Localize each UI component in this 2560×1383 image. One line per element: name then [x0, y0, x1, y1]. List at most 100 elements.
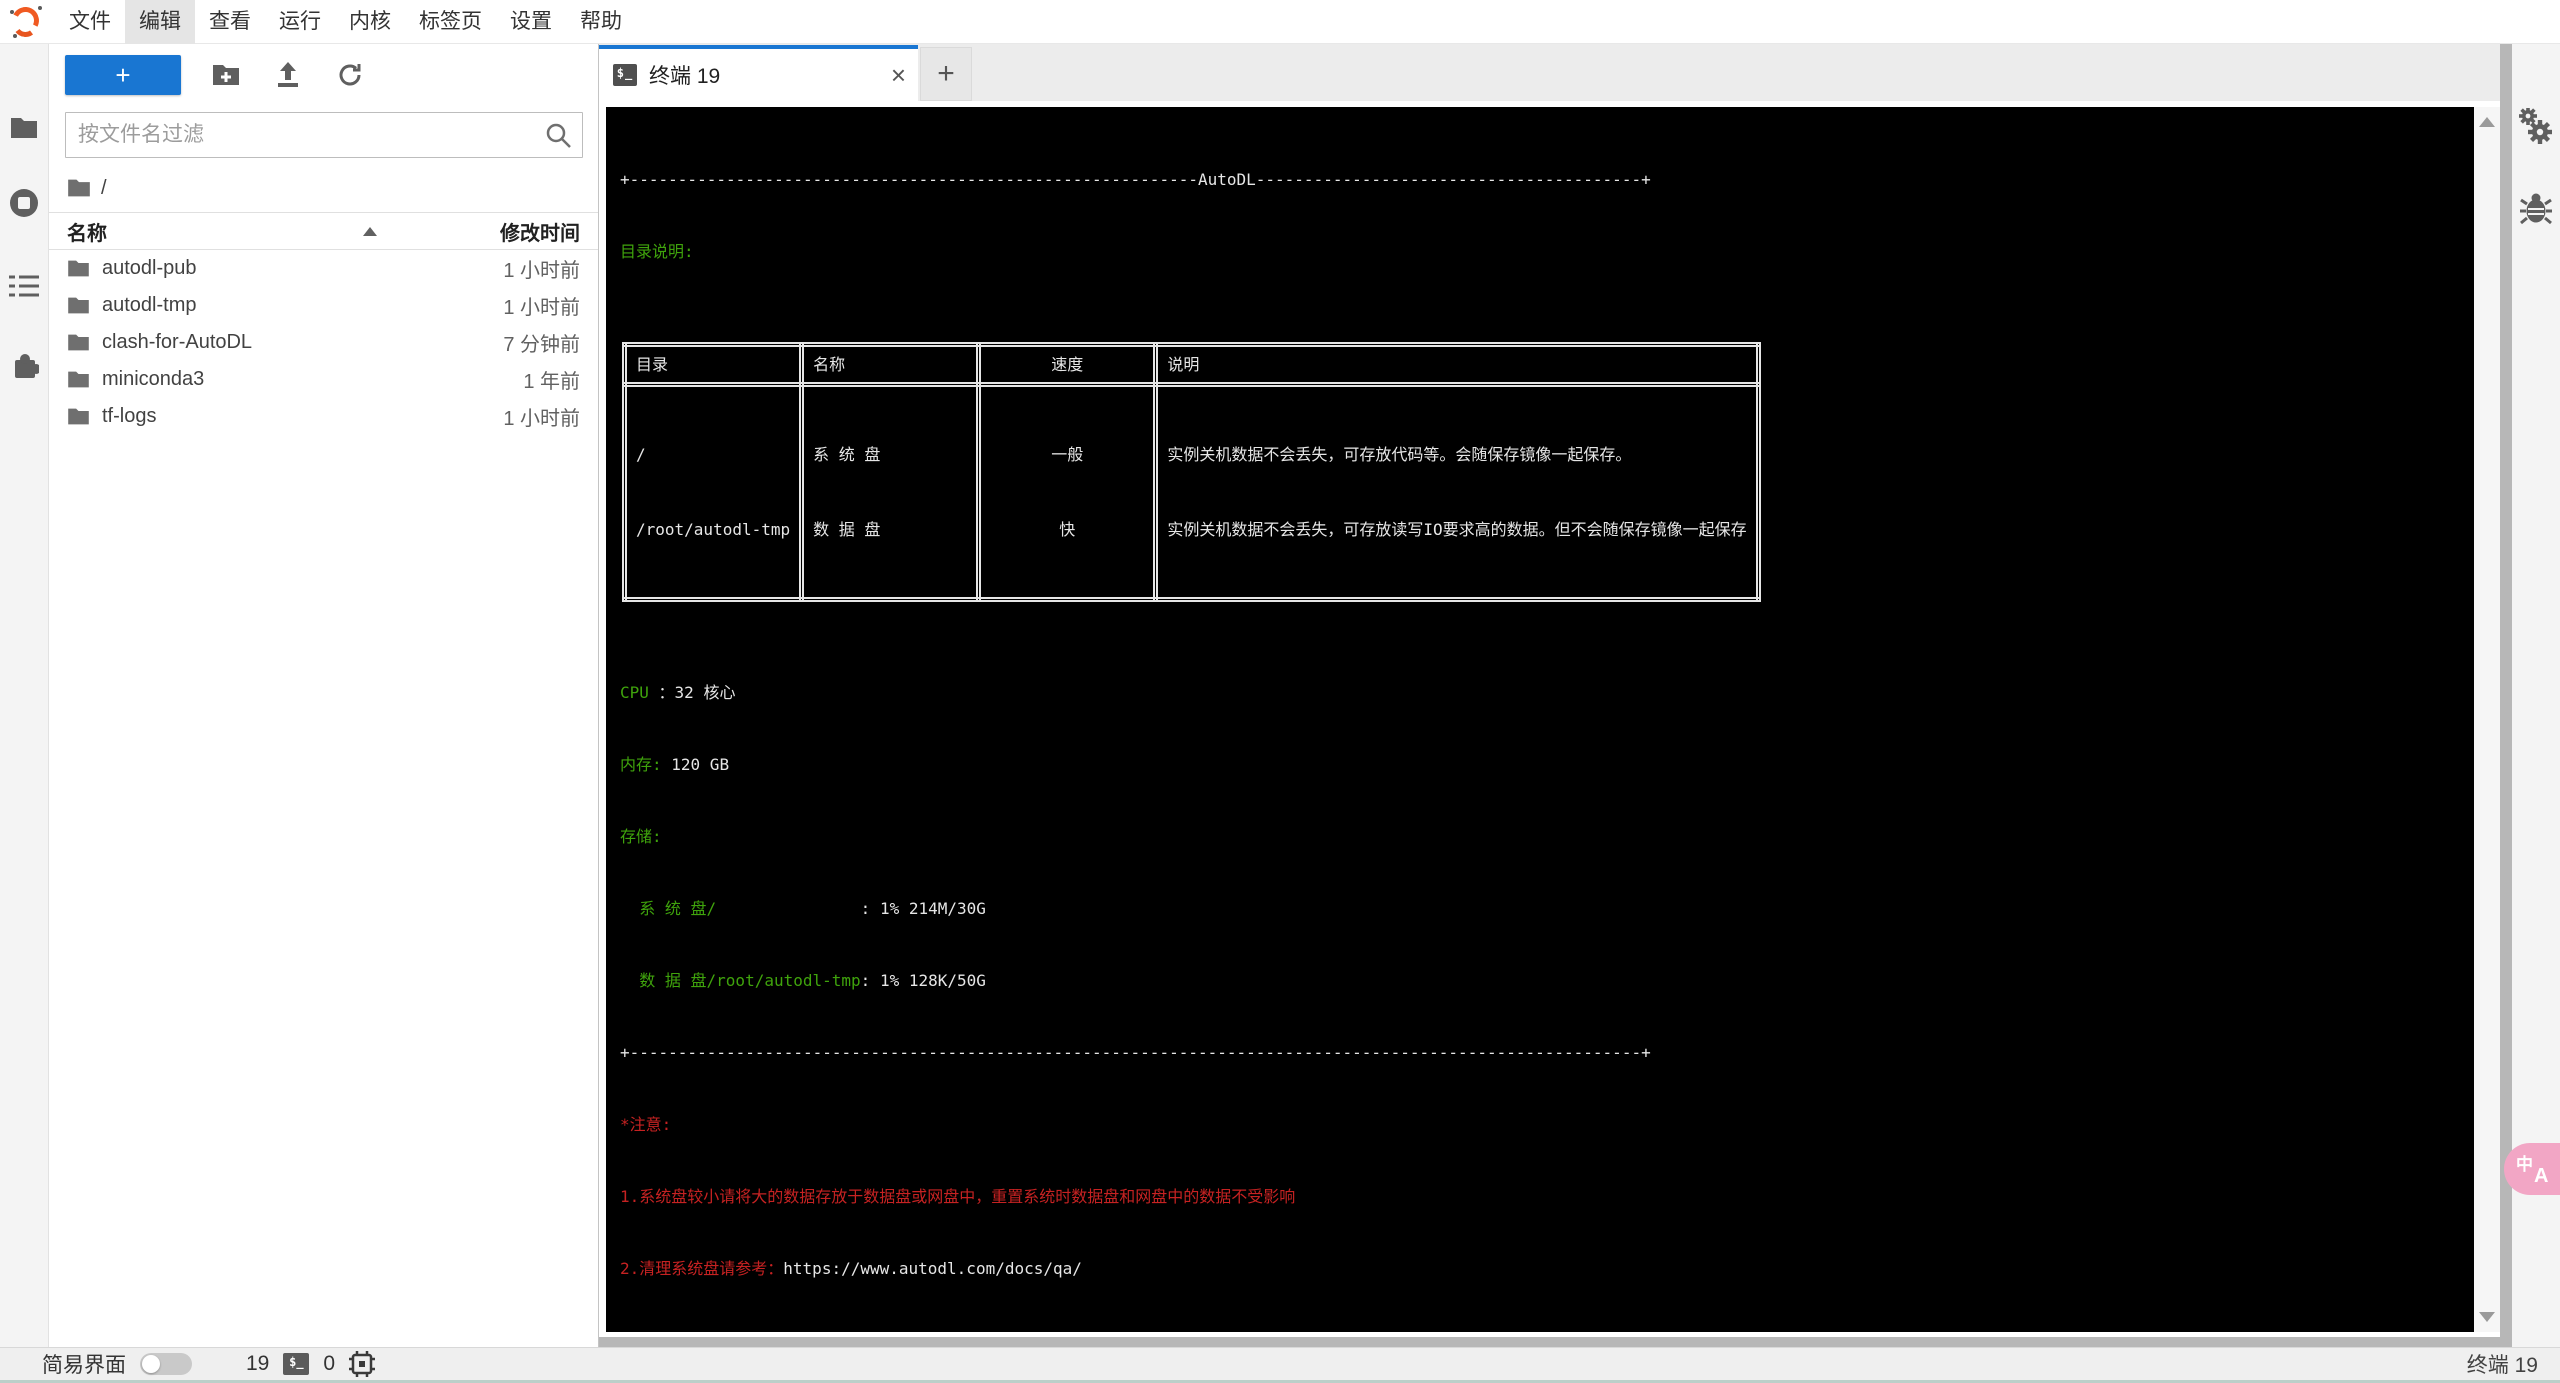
file-browser-toolbar: +: [49, 44, 598, 106]
table-body-row: / /root/autodl-tmp 系 统 盘 数 据 盘 一般 快 实例关机…: [621, 382, 1761, 602]
terminal-sys-disk-line: 系 统 盘/ : 1% 214M/30G: [620, 899, 986, 918]
file-row-autodl-tmp[interactable]: autodl-tmp 1 小时前: [49, 287, 598, 324]
running-sessions-status[interactable]: 19 $_ 0: [246, 1351, 376, 1377]
th-dir: 目录: [621, 342, 805, 387]
td-speed: 一般 快: [976, 382, 1159, 602]
running-kernels-icon[interactable]: [9, 188, 39, 218]
terminal-notice-title: *注意:: [620, 1115, 672, 1134]
menu-run[interactable]: 运行: [265, 0, 335, 44]
file-name: autodl-pub: [102, 257, 197, 279]
translate-button[interactable]: 中 A: [2504, 1143, 2560, 1195]
extension-manager-icon[interactable]: [9, 350, 39, 380]
terminal-mem-line: 内存: 120 GB: [620, 755, 730, 774]
terminal-panel: +---------------------------------------…: [599, 44, 2512, 1347]
file-name: tf-logs: [102, 405, 157, 427]
debugger-bug-icon[interactable]: [2520, 192, 2552, 226]
file-browser-icon[interactable]: [10, 116, 38, 140]
terminal-directory-table: 目录 名称 速度 说明 / /root/autodl-tmp 系 统 盘 数 据…: [621, 342, 1761, 602]
th-name: 名称: [799, 342, 982, 387]
terminal-separator: +---------------------------------------…: [620, 1043, 1651, 1062]
new-launcher-button[interactable]: +: [65, 55, 181, 95]
menu-bar: 文件 编辑 查看 运行 内核 标签页 设置 帮助: [0, 0, 2560, 44]
panel-edge-bottom: [599, 1337, 2512, 1347]
menu-kernel[interactable]: 内核: [335, 0, 405, 44]
upload-button[interactable]: [257, 55, 319, 95]
docs-url-link[interactable]: https://www.autodl.com/docs/qa/: [783, 1259, 1082, 1278]
terminal-storage-label: 存储:: [620, 827, 662, 846]
tab-bar: $_ 终端 19 × +: [599, 44, 2512, 101]
terminal-dir-note: 目录说明:: [620, 242, 694, 261]
table-header-row: 目录 名称 速度 说明: [621, 342, 1761, 387]
terminal-icon: $_: [613, 64, 637, 86]
file-list-header: 名称 修改时间: [49, 212, 598, 250]
file-browser-panel: + 按文件名过滤 / 名称 修改时间 autodl-pub 1 小时前 auto…: [49, 44, 599, 1347]
folder-icon: [68, 371, 89, 388]
terminal-cpu-line: CPU ：32 核心: [620, 683, 736, 702]
terminal-output[interactable]: +---------------------------------------…: [606, 107, 2474, 1332]
search-icon: [544, 121, 572, 149]
filename-filter: [65, 112, 583, 158]
file-modified: 1 年前: [523, 371, 580, 393]
menu-edit[interactable]: 编辑: [125, 0, 195, 44]
file-modified: 1 小时前: [503, 260, 580, 282]
kernel-chip-icon: [349, 1351, 376, 1377]
terminal-notice-line2: 2.清理系统盘请参考：https://www.autodl.com/docs/q…: [620, 1259, 1082, 1278]
folder-icon: [68, 260, 89, 277]
td-desc: 实例关机数据不会丢失，可存放代码等。会随保存镜像一起保存。 实例关机数据不会丢失…: [1153, 382, 1761, 602]
main-area: + 按文件名过滤 / 名称 修改时间 autodl-pub 1 小时前 auto…: [0, 44, 2560, 1347]
menu-file[interactable]: 文件: [55, 0, 125, 44]
file-modified: 1 小时前: [503, 408, 580, 430]
terminal-count: 19: [246, 1352, 270, 1375]
column-name[interactable]: 名称: [67, 217, 107, 246]
terminal-banner: +---------------------------------------…: [620, 170, 1651, 189]
close-tab-icon[interactable]: ×: [891, 62, 906, 88]
simple-ui-toggle[interactable]: [140, 1353, 192, 1375]
filename-filter-input[interactable]: [65, 112, 583, 158]
td-name: 系 统 盘 数 据 盘: [799, 382, 982, 602]
menu-settings[interactable]: 设置: [496, 0, 566, 44]
file-modified: 1 小时前: [503, 297, 580, 319]
tab-label: 终端 19: [649, 65, 721, 88]
th-speed: 速度: [976, 342, 1159, 387]
folder-icon: [68, 408, 89, 425]
refresh-button[interactable]: [319, 55, 381, 95]
menu-tabs[interactable]: 标签页: [405, 0, 496, 44]
tab-terminal-19[interactable]: $_ 终端 19 ×: [599, 45, 918, 101]
breadcrumb[interactable]: /: [49, 164, 598, 212]
folder-icon: [68, 334, 89, 351]
file-row-tf-logs[interactable]: tf-logs 1 小时前: [49, 398, 598, 435]
scroll-up-icon[interactable]: [2479, 117, 2495, 127]
menu-view[interactable]: 查看: [195, 0, 265, 44]
autodl-logo-icon: [8, 2, 43, 39]
breadcrumb-root[interactable]: /: [101, 177, 107, 200]
folder-icon: [68, 179, 90, 197]
folder-icon: [68, 297, 89, 314]
file-row-miniconda3[interactable]: miniconda3 1 年前: [49, 361, 598, 398]
new-folder-button[interactable]: [195, 55, 257, 95]
scroll-down-icon[interactable]: [2479, 1312, 2495, 1322]
file-modified: 7 分钟前: [503, 334, 580, 356]
translate-icon: 中: [2516, 1155, 2533, 1174]
file-name: clash-for-AutoDL: [102, 331, 253, 353]
app-window: 文件 编辑 查看 运行 内核 标签页 设置 帮助 + 按文件名过滤 / 名称 修…: [0, 0, 2560, 1383]
file-row-clash-for-autodl[interactable]: clash-for-AutoDL 7 分钟前: [49, 324, 598, 361]
left-sidebar-rail: [0, 44, 49, 1347]
kernel-count: 0: [323, 1352, 336, 1375]
column-modified[interactable]: 修改时间: [500, 217, 580, 246]
file-name: miniconda3: [102, 368, 205, 390]
panel-edge-right: [2500, 44, 2512, 1342]
current-panel-label: 终端 19: [2466, 1354, 2538, 1377]
th-desc: 说明: [1153, 342, 1761, 387]
file-row-autodl-pub[interactable]: autodl-pub 1 小时前: [49, 250, 598, 287]
terminal-scrollbar[interactable]: [2474, 107, 2500, 1332]
property-inspector-icon[interactable]: [2519, 108, 2553, 146]
menu-help[interactable]: 帮助: [566, 0, 636, 44]
table-of-contents-icon[interactable]: [9, 274, 39, 298]
simple-ui-label: 简易界面: [42, 1354, 126, 1377]
td-dir: / /root/autodl-tmp: [621, 382, 805, 602]
terminal-notice-line1: 1.系统盘较小请将大的数据存放于数据盘或网盘中，重置系统时数据盘和网盘中的数据不…: [620, 1187, 1296, 1206]
sort-ascending-icon: [363, 226, 377, 236]
terminal-icon: $_: [283, 1353, 310, 1375]
file-name: autodl-tmp: [102, 294, 197, 316]
new-tab-button[interactable]: +: [920, 47, 972, 101]
